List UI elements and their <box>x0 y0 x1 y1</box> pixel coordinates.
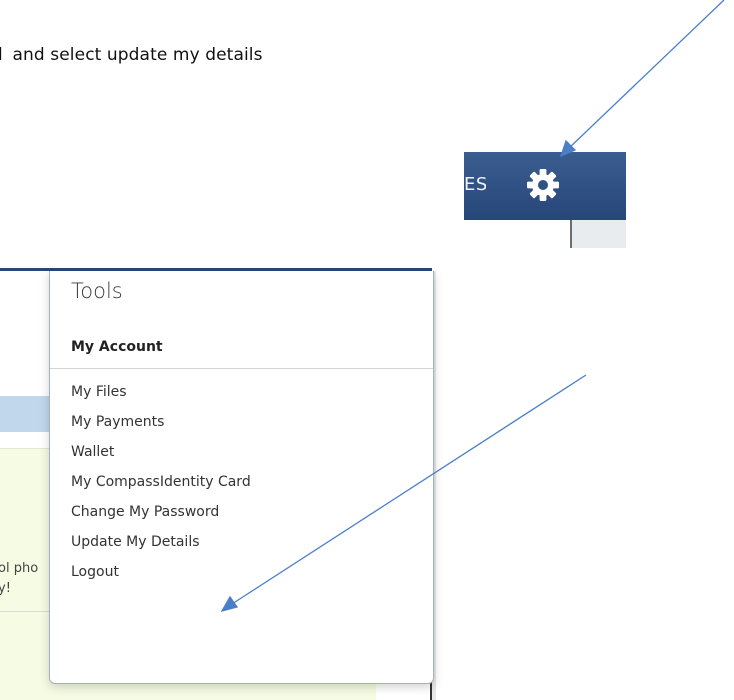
notice-text-line2: y! <box>0 581 11 596</box>
menu-item-my-payments[interactable]: My Payments <box>50 407 433 437</box>
menu-item-change-password[interactable]: Change My Password <box>50 497 433 527</box>
menu-item-my-files[interactable]: My Files <box>50 377 433 407</box>
navbar-bar: ES <box>464 152 626 220</box>
instruction-body: and select update my details <box>7 45 263 65</box>
navbar-screenshot: ES <box>464 152 626 248</box>
navbar-partial-label: ES <box>464 174 486 195</box>
page-right-column <box>432 268 450 700</box>
gear-icon[interactable] <box>525 167 561 203</box>
tools-dropdown-menu: Tools My Account My Files My Payments Wa… <box>49 271 434 684</box>
arrow-to-gear <box>567 0 725 150</box>
dropdown-title: Tools <box>71 279 123 303</box>
menu-item-wallet[interactable]: Wallet <box>50 437 433 467</box>
notice-text-line1: ol pho <box>0 561 39 576</box>
menu-item-logout[interactable]: Logout <box>50 557 433 587</box>
instruction-text: l and select update my details <box>0 45 263 65</box>
dropdown-items: My Files My Payments Wallet My CompassId… <box>50 377 433 587</box>
navbar-side-panel <box>570 220 626 248</box>
dropdown-separator <box>50 368 433 369</box>
menu-item-identity-card[interactable]: My CompassIdentity Card <box>50 467 433 497</box>
menu-item-update-details[interactable]: Update My Details <box>50 527 433 557</box>
dropdown-section-header: My Account <box>71 339 163 355</box>
dropdown-screenshot: ol pho y! Tools My Account My Files My P… <box>0 268 450 700</box>
instruction-cut-char: l <box>0 45 3 65</box>
navbar-below <box>464 220 626 248</box>
